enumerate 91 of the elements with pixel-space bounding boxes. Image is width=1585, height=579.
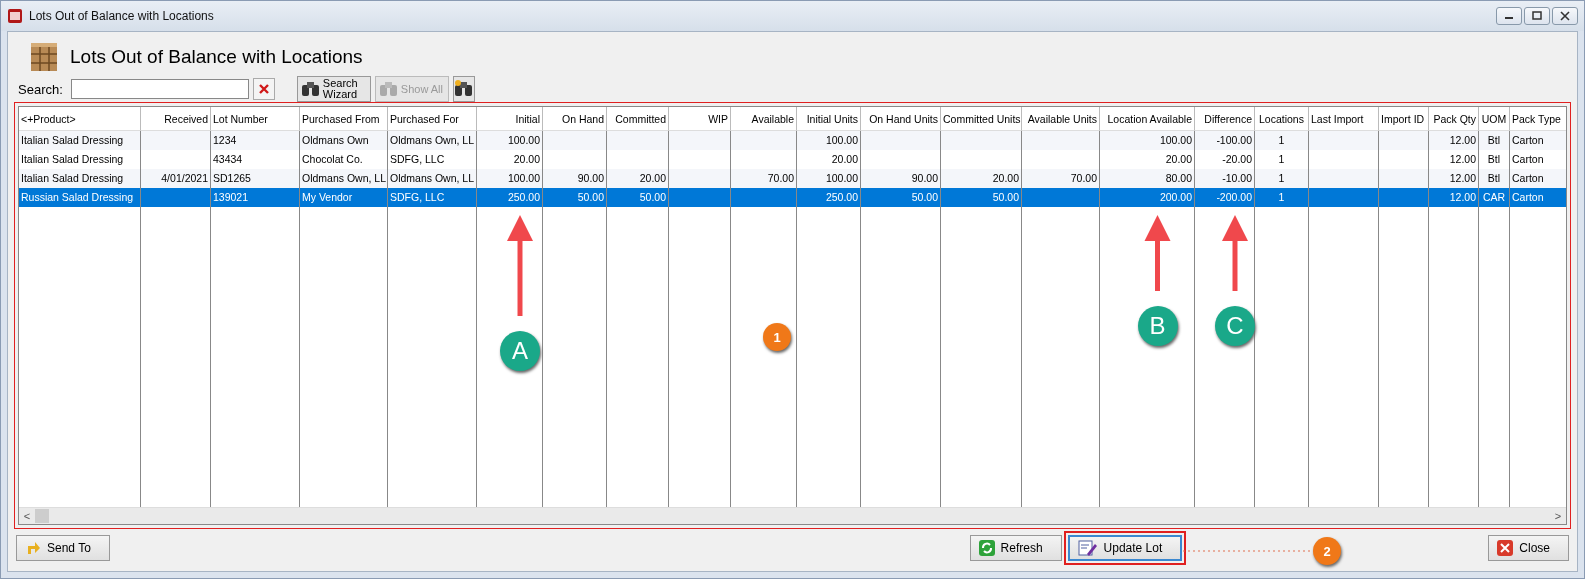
table-cell-text: Btl bbox=[1487, 152, 1501, 167]
table-cell-text: 50.00 bbox=[577, 190, 604, 205]
clear-icon bbox=[257, 83, 270, 95]
table-cell-text: 80.00 bbox=[1165, 171, 1192, 186]
close-icon bbox=[1560, 11, 1570, 21]
table-cell-text: Carton bbox=[1512, 133, 1544, 148]
binoculars-icon bbox=[378, 80, 399, 98]
table-cell-text: 100.00 bbox=[507, 171, 540, 186]
table-cell-text: Oldmans Own, LL bbox=[390, 171, 475, 186]
table-cell-text: Oldmans Own bbox=[302, 133, 369, 148]
table-cell-text: Italian Salad Dressing bbox=[21, 152, 124, 167]
clear-button[interactable] bbox=[252, 78, 275, 100]
send-to-button[interactable]: Send To bbox=[16, 535, 110, 561]
table-cell-text: 20.00 bbox=[1165, 152, 1192, 167]
scroll-right-arrow[interactable]: > bbox=[1550, 510, 1566, 522]
table-cell-text: Carton bbox=[1512, 171, 1544, 186]
table-cell-text: 1 bbox=[1278, 171, 1285, 186]
table-cell-text: SD1265 bbox=[213, 171, 251, 186]
table-cell-text: -20.00 bbox=[1222, 152, 1252, 167]
table-row[interactable]: Italian Salad Dressing 4/01/2021 SD1265 Oldmans Own, LL Oldmans Own, LL 100.00 90.00 20.00 70.00 100.00 90.00 20.00 70.00 80.00 -10.00 1 12.00 Btl Carton bbox=[19, 169, 1566, 188]
table-cell-text: 20.00 bbox=[639, 171, 666, 186]
table-cell-text: 20.00 bbox=[992, 171, 1019, 186]
close-window-button[interactable] bbox=[1552, 7, 1578, 25]
search-wizard-button[interactable]: Search Wizard bbox=[296, 76, 371, 102]
table-cell-text: 43434 bbox=[213, 152, 243, 167]
table-cell-text: Oldmans Own, LL bbox=[302, 171, 387, 186]
table-cell-text: CAR bbox=[1482, 190, 1506, 205]
table-cell-text: 70.00 bbox=[767, 171, 794, 186]
table-cell-text: 90.00 bbox=[577, 171, 604, 186]
arrow-icon bbox=[25, 540, 41, 556]
table-cell-text: 70.00 bbox=[1070, 171, 1097, 186]
table-cell-text: 1 bbox=[1278, 133, 1285, 148]
refresh-button[interactable]: Refresh bbox=[969, 535, 1062, 561]
scroll-left-arrow[interactable]: < bbox=[19, 510, 35, 522]
table-cell-text: 20.00 bbox=[831, 152, 858, 167]
table-row[interactable]: Russian Salad Dressing 139021 My Vendor SDFG, LLC 250.00 50.00 50.00 250.00 50.00 50.00 200.00 -200.00 1 12.00 CAR Carton bbox=[19, 188, 1566, 207]
table-cell-text: 50.00 bbox=[992, 190, 1019, 205]
table-cell-text: 12.00 bbox=[1449, 133, 1476, 148]
search-label: Search: bbox=[18, 81, 63, 97]
table-cell-text: 250.00 bbox=[825, 190, 858, 205]
table-cell-text: 139021 bbox=[213, 190, 249, 205]
close-icon bbox=[1497, 540, 1514, 556]
table-cell-text: Italian Salad Dressing bbox=[21, 133, 124, 148]
table-cell-text: Btl bbox=[1487, 133, 1501, 148]
table-cell-text: 100.00 bbox=[1159, 133, 1192, 148]
table-cell-text: My Vendor bbox=[302, 190, 353, 205]
table-cell-text: 1 bbox=[1278, 152, 1285, 167]
close-button[interactable]: Close bbox=[1488, 535, 1569, 561]
table-cell-text: Btl bbox=[1487, 171, 1501, 186]
table-cell-text: 100.00 bbox=[825, 171, 858, 186]
table-cell-text: Chocolat Co. bbox=[302, 152, 363, 167]
table-cell-text: -100.00 bbox=[1216, 133, 1252, 148]
table-cell-text: 12.00 bbox=[1449, 171, 1476, 186]
table-cell-text: Russian Salad Dressing bbox=[21, 190, 134, 205]
table-cell-text: Carton bbox=[1512, 190, 1544, 205]
horizontal-scrollbar[interactable]: < > bbox=[19, 507, 1566, 524]
table-cell-text: Oldmans Own, LL bbox=[390, 133, 475, 148]
crates-icon bbox=[28, 41, 60, 73]
table-cell-text: 12.00 bbox=[1449, 190, 1476, 205]
table-cell-text: Italian Salad Dressing bbox=[21, 171, 124, 186]
table-cell-text: 200.00 bbox=[1159, 190, 1192, 205]
table-cell-text: 90.00 bbox=[911, 171, 938, 186]
table-cell-text: -200.00 bbox=[1216, 190, 1252, 205]
page-title: Lots Out of Balance with Locations bbox=[70, 46, 363, 68]
table-cell-text: 4/01/2021 bbox=[161, 171, 208, 186]
table-row[interactable]: Italian Salad Dressing 1234 Oldmans Own Oldmans Own, LL 100.00 100.00 100.00 -100.00 1 12.00 Btl Carton bbox=[19, 131, 1566, 150]
table-cell-text: 250.00 bbox=[507, 190, 540, 205]
table-cell-text: 12.00 bbox=[1449, 152, 1476, 167]
table-cell-text: 1234 bbox=[213, 133, 237, 148]
app-icon bbox=[7, 8, 23, 24]
table-cell-text: 50.00 bbox=[639, 190, 666, 205]
refresh-icon bbox=[978, 540, 995, 556]
table-cell-text: 100.00 bbox=[507, 133, 540, 148]
table-cell-text: SDFG, LLC bbox=[390, 152, 445, 167]
window-title: Lots Out of Balance with Locations bbox=[29, 9, 214, 23]
search-field[interactable] bbox=[70, 79, 249, 99]
table-cell-text: 50.00 bbox=[911, 190, 938, 205]
minimize-button[interactable] bbox=[1496, 7, 1522, 25]
table-cell-text: 20.00 bbox=[513, 152, 540, 167]
new-search-button[interactable] bbox=[452, 76, 475, 102]
scroll-thumb[interactable] bbox=[35, 509, 49, 523]
binoculars-icon bbox=[300, 80, 321, 98]
table-cell-text: 100.00 bbox=[825, 133, 858, 148]
table-cell-text: SDFG, LLC bbox=[390, 190, 445, 205]
maximize-button[interactable] bbox=[1524, 7, 1550, 25]
table-cell-text: 1 bbox=[1278, 190, 1285, 205]
edit-document-icon bbox=[1077, 539, 1098, 557]
table-cell-text: Carton bbox=[1512, 152, 1544, 167]
binoculars-icon bbox=[453, 80, 474, 98]
maximize-icon bbox=[1532, 11, 1542, 21]
table-cell-text: -10.00 bbox=[1222, 171, 1252, 186]
